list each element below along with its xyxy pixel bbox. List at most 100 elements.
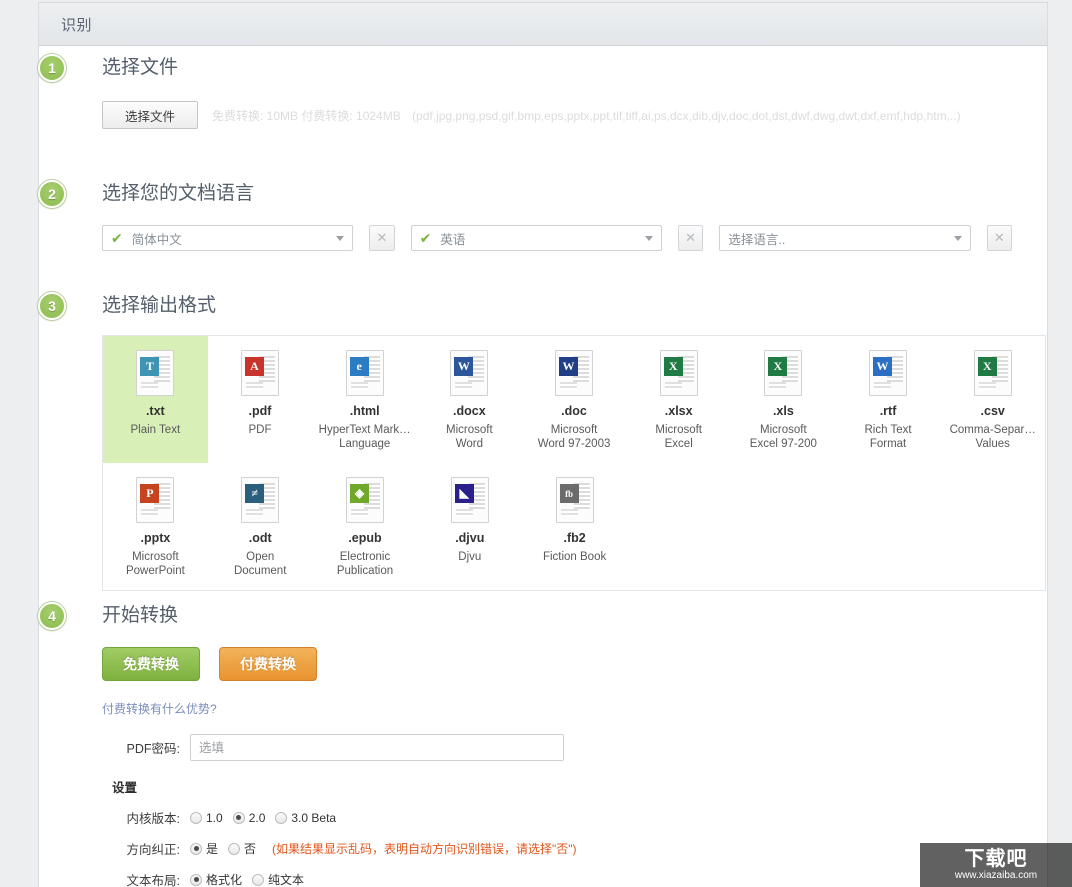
format-tile-xls[interactable]: X .xls Microsoft Excel 97-200 <box>731 336 836 463</box>
file-type-icon: W <box>869 350 908 396</box>
format-extension-label: .rtf <box>879 404 897 418</box>
convert-buttons-row: 免费转换 付费转换 <box>102 647 1028 681</box>
radio-是[interactable] <box>190 842 202 855</box>
language-selects-row: ✔ 简体中文 ✕ ✔ 英语 ✕ 选择语言.. ✕ <box>102 225 1028 251</box>
radio-label[interactable]: 格式化 <box>206 871 242 887</box>
format-tile-html[interactable]: e .html HyperText Mark… Language <box>312 336 418 463</box>
format-tile-fb2[interactable]: fb .fb2 Fiction Book <box>522 463 627 590</box>
format-tile-doc[interactable]: W .doc Microsoft Word 97-2003 <box>521 336 627 463</box>
radio-label[interactable]: 3.0 Beta <box>291 811 336 825</box>
format-badge-icon: X <box>663 357 683 376</box>
file-size-hint: 免费转换: 10MB 付费转换: 1024MB (pdf,jpg,png,psd… <box>212 107 961 124</box>
format-grid: T .txt Plain Text A .pdf PDF e .html HyperText M… <box>102 335 1046 591</box>
format-badge-icon: W <box>873 357 893 376</box>
format-extension-label: .djvu <box>455 531 485 545</box>
clear-language-2-button[interactable]: ✕ <box>677 225 704 251</box>
format-badge-icon: W <box>454 357 474 376</box>
step-select-file: 1 选择文件 选择文件 免费转换: 10MB 付费转换: 1024MB (pdf… <box>38 54 1008 129</box>
format-description-label: Rich Text Format <box>864 424 912 450</box>
language-select-2-value: 英语 <box>440 232 466 247</box>
format-tile-djvu[interactable]: ◣ .djvu Djvu <box>417 463 523 590</box>
format-tile-csv[interactable]: X .csv Comma-Separ… Values <box>940 336 1046 463</box>
language-select-1[interactable]: ✔ 简体中文 <box>102 225 354 251</box>
format-badge-icon: X <box>768 357 788 376</box>
file-type-icon: T <box>136 350 175 396</box>
step-2-badge: 2 <box>38 180 66 208</box>
file-type-icon: X <box>659 350 698 396</box>
doc-foot-lines <box>560 382 578 390</box>
settings-heading: 设置 <box>112 781 138 795</box>
clear-language-1-button[interactable]: ✕ <box>369 225 395 251</box>
file-type-icon: ◣ <box>450 477 489 523</box>
format-row-2: P .pptx Microsoft PowerPoint ≠ .odt Open Docume… <box>103 463 1045 590</box>
format-row-1: T .txt Plain Text A .pdf PDF e .html HyperText M… <box>103 336 1046 463</box>
doc-foot-lines <box>664 382 682 390</box>
step-3-title: 选择输出格式 <box>102 295 217 316</box>
step-3-badge: 3 <box>38 292 66 320</box>
radio-否[interactable] <box>228 842 241 855</box>
format-tile-docx[interactable]: W .docx Microsoft Word <box>417 336 522 463</box>
file-type-icon: fb <box>555 477 594 523</box>
format-description-label: Microsoft Excel <box>655 424 703 450</box>
app-page: 识别 1 选择文件 选择文件 免费转换: 10MB 付费转换: 1024MB (… <box>0 0 1072 887</box>
paid-convert-button[interactable]: 付费转换 <box>219 647 317 681</box>
free-convert-button[interactable]: 免费转换 <box>102 647 200 681</box>
radio-3.0 Beta[interactable] <box>275 811 288 824</box>
format-tile-xlsx[interactable]: X .xlsx Microsoft Excel <box>626 336 732 463</box>
language-select-3[interactable]: 选择语言.. <box>719 225 971 251</box>
format-tile-txt[interactable]: T .txt Plain Text <box>103 336 208 463</box>
format-extension-label: .csv <box>980 404 1005 418</box>
doc-foot-lines <box>350 509 368 517</box>
format-badge-icon: P <box>140 484 160 503</box>
format-extension-label: .odt <box>248 531 272 545</box>
language-select-2[interactable]: ✔ 英语 <box>410 225 662 251</box>
radio-2.0[interactable] <box>232 811 245 824</box>
format-tile-epub[interactable]: ◈ .epub Electronic Publication <box>312 463 418 590</box>
doc-foot-lines <box>874 382 892 390</box>
format-tile-rtf[interactable]: W .rtf Rich Text Format <box>835 336 941 463</box>
radio-label[interactable]: 否 <box>244 840 256 857</box>
radio-label[interactable]: 2.0 <box>249 811 266 825</box>
clear-language-3-button[interactable]: ✕ <box>986 225 1013 251</box>
step-start-conversion: 4 开始转换 免费转换 付费转换 付费转换有什么优势? PDF密码: 设置 内核… <box>38 602 1028 887</box>
watermark-text: 下载吧 <box>964 848 1028 870</box>
format-tile-pptx[interactable]: P .pptx Microsoft PowerPoint <box>103 463 208 590</box>
format-tile-odt[interactable]: ≠ .odt Open Document <box>207 463 313 590</box>
format-extension-label: .txt <box>145 404 165 418</box>
radio-纯文本[interactable] <box>252 873 265 886</box>
format-badge-icon: X <box>977 357 997 376</box>
step-4-badge: 4 <box>38 602 66 630</box>
pdf-password-input[interactable] <box>190 734 564 761</box>
doc-foot-lines <box>560 509 578 517</box>
format-description-label: Microsoft Excel 97-200 <box>749 424 817 450</box>
step-2-title: 选择您的文档语言 <box>102 183 255 204</box>
doc-foot-lines <box>141 509 159 517</box>
radio-label[interactable]: 1.0 <box>206 811 223 825</box>
format-badge-icon: ◈ <box>349 484 369 503</box>
format-badge-icon: fb <box>559 484 579 503</box>
format-badge-icon: ≠ <box>245 484 265 503</box>
radio-1.0[interactable] <box>190 811 202 824</box>
doc-foot-lines <box>978 382 996 390</box>
format-tile-pdf[interactable]: A .pdf PDF <box>207 336 313 463</box>
doc-foot-lines <box>769 382 787 390</box>
file-chooser-row: 选择文件 免费转换: 10MB 付费转换: 1024MB (pdf,jpg,pn… <box>102 101 1008 129</box>
radio-label[interactable]: 是 <box>206 840 218 857</box>
file-type-icon: ◈ <box>345 477 384 523</box>
radio-格式化[interactable] <box>190 873 202 886</box>
check-icon: ✔ <box>111 230 123 246</box>
watermark: 下载吧 www.xiazaiba.com <box>920 843 1072 887</box>
format-description-label: HyperText Mark… Language <box>318 424 411 450</box>
paid-benefits-link[interactable]: 付费转换有什么优势? <box>102 700 217 717</box>
radio-label[interactable]: 纯文本 <box>268 871 304 887</box>
choose-file-button[interactable]: 选择文件 <box>102 101 198 129</box>
format-description-label: Fiction Book <box>542 551 607 563</box>
format-description-label: Plain Text <box>130 424 181 436</box>
chevron-down-icon <box>644 236 653 241</box>
format-badge-icon: ◣ <box>454 484 474 503</box>
file-type-icon: X <box>764 350 803 396</box>
chevron-down-icon <box>953 236 962 241</box>
format-extension-label: .docx <box>453 404 486 418</box>
format-description-label: Microsoft Word <box>446 424 493 450</box>
format-badge-icon: W <box>559 357 579 376</box>
